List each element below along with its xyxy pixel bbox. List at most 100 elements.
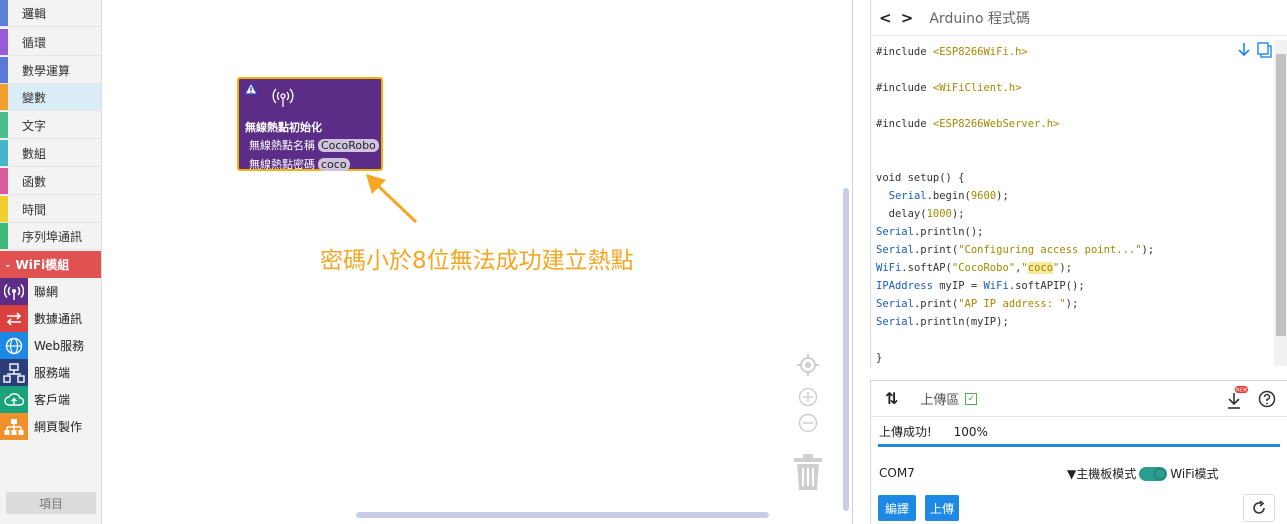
subcategory-server[interactable]: 服務端 xyxy=(0,359,101,386)
category-label: 序列埠通訊 xyxy=(22,229,83,244)
chevron-down-icon: ⌄ xyxy=(4,259,12,270)
subcategory-label: 聯網 xyxy=(34,285,59,299)
upload-status-text: 上傳成功! xyxy=(879,425,932,439)
category-label: 邏輯 xyxy=(22,6,47,21)
annotation-text: 密碼小於8位無法成功建立熱點 xyxy=(320,248,634,274)
annotation-arrow xyxy=(366,174,418,224)
zoom-in-icon[interactable] xyxy=(798,387,818,407)
wifi-hotspot-init-block[interactable]: 無線熱點初始化 無線熱點名稱 CocoRobo 無線熱點密碼 coco xyxy=(237,77,383,171)
code-toggle-icon[interactable]: < > xyxy=(879,9,915,27)
code-panel-title: Arduino 程式碼 xyxy=(929,10,1030,27)
wifi-mode-label: WiFi模式 xyxy=(1170,467,1219,481)
server-tree-icon xyxy=(0,359,28,386)
password-row: 無線熱點密碼 coco xyxy=(249,156,350,172)
mode-switch: ▼主機板模式 WiFi模式 xyxy=(1067,465,1219,482)
items-button[interactable]: 項目 xyxy=(6,492,96,514)
subcategory-web-service[interactable]: Web服務 xyxy=(0,332,101,359)
category-serial[interactable]: 序列埠通訊 xyxy=(0,223,101,250)
mode-toggle[interactable] xyxy=(1139,466,1168,481)
category-label: 文字 xyxy=(22,118,47,133)
subcategory-webpage[interactable]: 網頁製作 xyxy=(0,413,101,440)
sitemap-icon xyxy=(0,413,28,440)
code-panel: < > Arduino 程式碼 #include <ESP8266WiFi.h>… xyxy=(870,0,1287,368)
category-math[interactable]: 數學運算 xyxy=(0,57,101,84)
board-mode-label[interactable]: ▼主機板模式 xyxy=(1067,465,1136,482)
upload-button[interactable]: 上傳 xyxy=(925,495,959,521)
cloud-upload-icon xyxy=(0,386,28,413)
workspace-vertical-scrollbar[interactable] xyxy=(843,188,849,511)
password-field[interactable]: coco xyxy=(318,157,350,171)
code-line: #include <WiFiClient.h> xyxy=(876,82,1022,94)
serial-port-select[interactable]: COM7 xyxy=(879,466,915,480)
code-panel-header: < > Arduino 程式碼 xyxy=(871,0,1287,36)
check-icon: ✓ xyxy=(965,392,978,405)
new-badge: NEW xyxy=(1236,388,1248,394)
category-wifi-module[interactable]: ⌄ WiFi模組 xyxy=(0,251,101,278)
category-label: 函數 xyxy=(22,174,47,189)
download-new-icon[interactable]: NEW xyxy=(1223,385,1249,411)
ssid-row: 無線熱點名稱 CocoRobo xyxy=(249,137,379,153)
block-category-sidebar: 邏輯 循環 數學運算 變數 文字 數組 函數 時間 序列埠通訊 ⌄ WiFi模組… xyxy=(0,0,102,524)
subcategory-network[interactable]: 聯網 xyxy=(0,278,101,305)
category-text[interactable]: 文字 xyxy=(0,112,101,139)
subcategory-data-comm[interactable]: 數據通訊 xyxy=(0,305,101,332)
compile-button[interactable]: 編譯 xyxy=(878,495,916,521)
help-icon[interactable] xyxy=(1258,390,1276,408)
category-functions[interactable]: 函數 xyxy=(0,168,101,195)
category-loop[interactable]: 循環 xyxy=(0,29,101,56)
block-title: 無線熱點初始化 xyxy=(245,121,322,134)
code-line: #include <ESP8266WebServer.h> xyxy=(876,118,1060,130)
category-label: 數學運算 xyxy=(22,63,71,78)
app-root: 邏輯 循環 數學運算 變數 文字 數組 函數 時間 序列埠通訊 ⌄ WiFi模組… xyxy=(0,0,1287,524)
upload-status: 上傳成功! 100% xyxy=(879,423,1006,440)
refresh-button[interactable] xyxy=(1243,494,1275,522)
antenna-icon xyxy=(0,278,28,305)
ssid-label: 無線熱點名稱 xyxy=(249,139,315,152)
code-scrollbar-thumb[interactable] xyxy=(1276,54,1286,336)
exchange-icon xyxy=(0,305,28,332)
subcategory-label: 服務端 xyxy=(34,366,71,380)
category-label: 循環 xyxy=(22,35,47,50)
upload-progress-bar xyxy=(878,444,1280,447)
code-line: void setup() { xyxy=(876,172,965,184)
transfer-arrows-icon[interactable]: ⇅ xyxy=(885,389,898,408)
subcategory-label: 數據通訊 xyxy=(34,312,83,326)
recenter-icon[interactable] xyxy=(797,354,819,376)
code-line: delay(1000); xyxy=(876,208,965,220)
code-scrollbar[interactable] xyxy=(1274,40,1287,366)
antenna-icon xyxy=(272,88,294,107)
code-line: IPAddress myIP = WiFi.softAPIP(); xyxy=(876,280,1085,292)
code-line: Serial.print("Configuring access point..… xyxy=(876,244,1155,256)
subcategory-label: Web服務 xyxy=(34,339,85,353)
refresh-icon xyxy=(1253,500,1265,514)
code-line: Serial.print("AP IP address: "); xyxy=(876,298,1079,310)
workspace-horizontal-scrollbar[interactable] xyxy=(356,512,769,518)
subcategory-label: 客戶端 xyxy=(34,393,71,407)
code-editor[interactable]: #include <ESP8266WiFi.h> #include <WiFiC… xyxy=(876,43,1271,365)
category-variables[interactable]: 變數 xyxy=(0,84,101,111)
category-label: 數組 xyxy=(22,146,47,161)
ssid-field[interactable]: CocoRobo xyxy=(318,138,379,152)
trash-icon[interactable] xyxy=(791,452,825,492)
password-label: 無線熱點密碼 xyxy=(249,158,315,171)
zoom-out-icon[interactable] xyxy=(798,413,818,433)
code-line: Serial.begin(9600); xyxy=(888,190,1009,202)
category-label: 變數 xyxy=(22,90,47,105)
subcategory-label: 網頁製作 xyxy=(34,420,83,434)
globe-icon xyxy=(0,332,28,359)
upload-panel: ⇅ 上傳區 ✓ NEW 上傳成功! 100% COM7 ▼主機板模式 WiFi模… xyxy=(870,380,1287,524)
category-label: WiFi模組 xyxy=(15,258,70,272)
category-arrays[interactable]: 數組 xyxy=(0,140,101,167)
upload-title: 上傳區 xyxy=(920,393,960,408)
code-line: WiFi.softAP("CocoRobo","coco"); xyxy=(876,262,1073,274)
category-label: 時間 xyxy=(22,202,47,217)
code-line: #include <ESP8266WiFi.h> xyxy=(876,46,1028,58)
warning-icon[interactable] xyxy=(244,82,258,95)
category-logic[interactable]: 邏輯 xyxy=(0,0,101,27)
subcategory-client[interactable]: 客戶端 xyxy=(0,386,101,413)
category-time[interactable]: 時間 xyxy=(0,196,101,223)
code-line: Serial.println(myIP); xyxy=(876,316,1009,328)
code-line: } xyxy=(876,352,883,364)
upload-percent: 100% xyxy=(953,425,988,439)
code-line: Serial.println(); xyxy=(876,226,984,238)
